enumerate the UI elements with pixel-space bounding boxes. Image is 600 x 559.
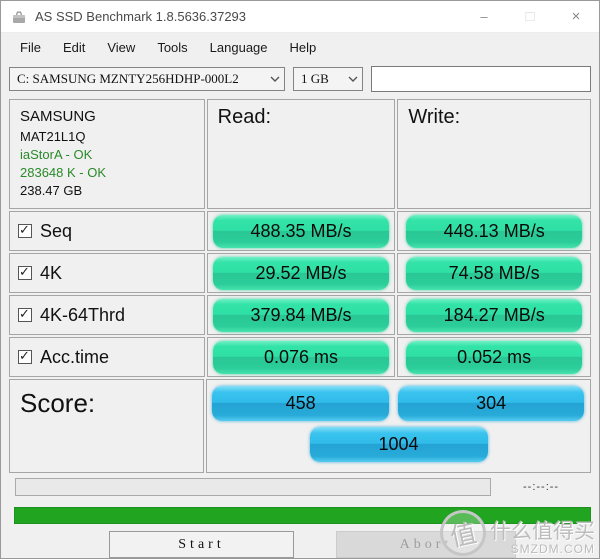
row-label: 4K-64Thrd <box>40 304 126 325</box>
4k-checkbox[interactable]: ✓ <box>18 264 32 280</box>
menu-item-tools[interactable]: Tools <box>146 37 198 58</box>
menu-item-edit[interactable]: Edit <box>52 37 96 58</box>
action-buttons: Start Abort <box>9 531 591 558</box>
row-seq-label-cell: ✓ Seq <box>9 211 205 251</box>
seq-write-cell: 448.13 MB/s <box>397 211 591 251</box>
app-icon <box>11 9 27 25</box>
check-icon: ✓ <box>19 348 30 363</box>
drive-capacity: 238.47 GB <box>20 183 83 198</box>
abort-button[interactable]: Abort <box>336 531 516 558</box>
acctime-checkbox[interactable]: ✓ <box>18 348 32 364</box>
close-icon[interactable]: × <box>553 1 599 32</box>
toolbar: C: SAMSUNG MZNTY256HDHP-000L2 1 GB <box>1 61 599 95</box>
score-total-value: 1004 <box>309 427 488 462</box>
row-acctime: ✓ Acc.time 0.076 ms 0.052 ms <box>9 337 591 377</box>
seq-read-cell: 488.35 MB/s <box>206 211 396 251</box>
row-label: Acc.time <box>40 346 110 367</box>
row-label: 4K <box>40 262 63 283</box>
drive-alignment-status: 283648 K - OK <box>20 165 106 180</box>
read-column-header: Read: <box>206 99 396 209</box>
row-4k64thrd-label-cell: ✓ 4K-64Thrd <box>9 295 205 335</box>
4k-read-cell: 29.52 MB/s <box>206 253 396 293</box>
score-row: Score: 458 304 1004 <box>9 379 591 473</box>
4k-write-value: 74.58 MB/s <box>406 256 583 290</box>
seq-write-value: 448.13 MB/s <box>406 214 583 248</box>
drive-select[interactable]: C: SAMSUNG MZNTY256HDHP-000L2 <box>9 67 285 91</box>
4k64thrd-write-value: 184.27 MB/s <box>406 298 583 332</box>
results-grid: SAMSUNG MAT21L1Q iaStorA - OK 283648 K -… <box>1 95 599 558</box>
drive-vendor: SAMSUNG <box>20 108 96 125</box>
score-write-value: 304 <box>398 386 585 421</box>
acctime-read-value: 0.076 ms <box>213 340 390 374</box>
check-icon: ✓ <box>19 222 30 237</box>
minimize-icon[interactable]: – <box>461 1 507 32</box>
write-column-header: Write: <box>397 99 591 209</box>
4k64thrd-read-value: 379.84 MB/s <box>213 298 390 332</box>
test-progress-bar <box>15 478 491 496</box>
score-values-cell: 458 304 1004 <box>206 379 591 473</box>
score-read-value: 458 <box>212 386 390 421</box>
seq-checkbox[interactable]: ✓ <box>18 222 32 238</box>
test-size-select[interactable]: 1 GB <box>293 67 363 91</box>
4k64thrd-checkbox[interactable]: ✓ <box>18 306 32 322</box>
acctime-read-cell: 0.076 ms <box>206 337 396 377</box>
score-label-cell: Score: <box>9 379 205 473</box>
chevron-down-icon <box>270 76 280 82</box>
overall-progress-bar <box>14 507 591 524</box>
header-row: SAMSUNG MAT21L1Q iaStorA - OK 283648 K -… <box>9 99 591 209</box>
row-4k: ✓ 4K 29.52 MB/s 74.58 MB/s <box>9 253 591 293</box>
row-acctime-label-cell: ✓ Acc.time <box>9 337 205 377</box>
menu-item-help[interactable]: Help <box>279 37 328 58</box>
4k-write-cell: 74.58 MB/s <box>397 253 591 293</box>
row-seq: ✓ Seq 488.35 MB/s 448.13 MB/s <box>9 211 591 251</box>
row-label: Seq <box>40 220 73 241</box>
acctime-write-cell: 0.052 ms <box>397 337 591 377</box>
maximize-icon[interactable]: □ <box>507 1 553 32</box>
check-icon: ✓ <box>19 264 30 279</box>
window-controls: – □ × <box>461 1 599 32</box>
drive-info-panel: SAMSUNG MAT21L1Q iaStorA - OK 283648 K -… <box>9 99 205 209</box>
row-4k64thrd: ✓ 4K-64Thrd 379.84 MB/s 184.27 MB/s <box>9 295 591 335</box>
menu-item-file[interactable]: File <box>9 37 52 58</box>
test-size-value: 1 GB <box>301 71 329 86</box>
check-icon: ✓ <box>19 306 30 321</box>
4k-read-value: 29.52 MB/s <box>213 256 390 290</box>
chevron-down-icon <box>348 76 358 82</box>
4k64thrd-read-cell: 379.84 MB/s <box>206 295 396 335</box>
acctime-write-value: 0.052 ms <box>406 340 583 374</box>
drive-firmware: MAT21L1Q <box>20 129 86 144</box>
app-window: AS SSD Benchmark 1.8.5636.37293 – □ × Fi… <box>0 0 600 559</box>
row-4k-label-cell: ✓ 4K <box>9 253 205 293</box>
status-box <box>371 66 591 92</box>
time-remaining: --:--:-- <box>523 481 560 493</box>
seq-read-value: 488.35 MB/s <box>213 214 390 248</box>
title-bar: AS SSD Benchmark 1.8.5636.37293 – □ × <box>1 1 599 33</box>
drive-select-value: C: SAMSUNG MZNTY256HDHP-000L2 <box>17 71 239 86</box>
menu-item-language[interactable]: Language <box>199 37 279 58</box>
progress-row: --:--:-- <box>15 477 591 497</box>
menu-item-view[interactable]: View <box>96 37 146 58</box>
start-button[interactable]: Start <box>109 531 294 558</box>
drive-driver-status: iaStorA - OK <box>20 147 93 162</box>
menu-bar: File Edit View Tools Language Help <box>1 33 599 61</box>
4k64thrd-write-cell: 184.27 MB/s <box>397 295 591 335</box>
window-title: AS SSD Benchmark 1.8.5636.37293 <box>35 9 247 24</box>
